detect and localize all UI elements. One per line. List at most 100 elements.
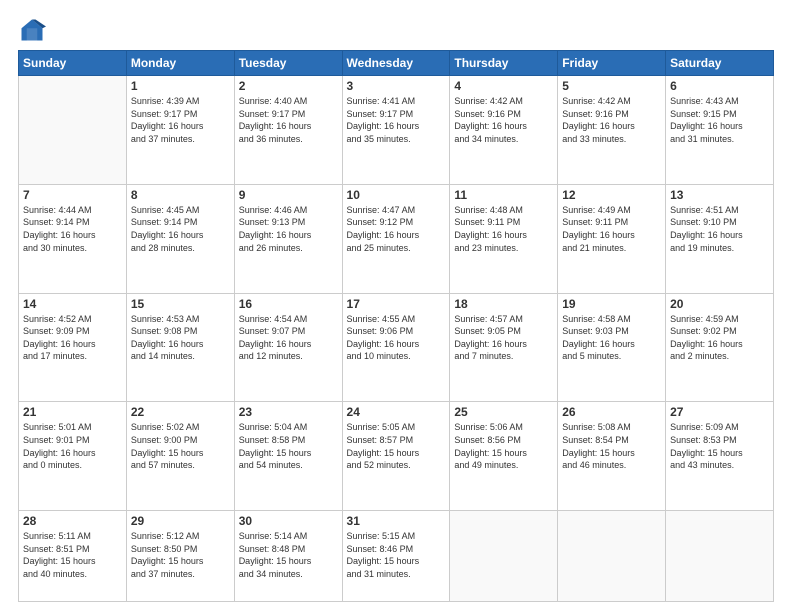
calendar-cell: 11Sunrise: 4:48 AMSunset: 9:11 PMDayligh… [450,184,558,293]
week-row-5: 28 Sunrise: 5:11 AMSunset: 8:51 PMDayligh… [19,511,774,602]
day-number: 17 [347,297,446,311]
page: SundayMondayTuesdayWednesdayThursdayFrid… [0,0,792,612]
calendar-cell: 19 Sunrise: 4:58 AMSunset: 9:03 PMDayligh… [558,293,666,402]
day-number: 18 [454,297,553,311]
day-header-wednesday: Wednesday [342,51,450,76]
day-info: Sunrise: 4:40 AMSunset: 9:17 PMDaylight:… [239,95,338,145]
calendar-cell: 14 Sunrise: 4:52 AMSunset: 9:09 PMDayligh… [19,293,127,402]
day-info: Sunrise: 4:51 AMSunset: 9:10 PMDaylight:… [670,204,769,254]
calendar-cell: 10Sunrise: 4:47 AMSunset: 9:12 PMDayligh… [342,184,450,293]
day-number: 15 [131,297,230,311]
day-header-saturday: Saturday [666,51,774,76]
calendar-cell: 13Sunrise: 4:51 AMSunset: 9:10 PMDayligh… [666,184,774,293]
day-header-thursday: Thursday [450,51,558,76]
day-info: Sunrise: 4:53 AMSunset: 9:08 PMDaylight:… [131,313,230,363]
day-number: 29 [131,514,230,528]
day-info: Sunrise: 4:58 AMSunset: 9:03 PMDaylight:… [562,313,661,363]
day-number: 12 [562,188,661,202]
calendar-cell: 16Sunrise: 4:54 AMSunset: 9:07 PMDayligh… [234,293,342,402]
calendar-cell: 22Sunrise: 5:02 AMSunset: 9:00 PMDayligh… [126,402,234,511]
day-number: 6 [670,79,769,93]
day-number: 11 [454,188,553,202]
day-info: Sunrise: 4:42 AMSunset: 9:16 PMDaylight:… [454,95,553,145]
day-header-row: SundayMondayTuesdayWednesdayThursdayFrid… [19,51,774,76]
day-number: 19 [562,297,661,311]
calendar-cell: 12 Sunrise: 4:49 AMSunset: 9:11 PMDayligh… [558,184,666,293]
day-info: Sunrise: 4:52 AMSunset: 9:09 PMDaylight:… [23,313,122,363]
calendar-cell [19,76,127,185]
calendar-table: SundayMondayTuesdayWednesdayThursdayFrid… [18,50,774,602]
week-row-2: 7Sunrise: 4:44 AMSunset: 9:14 PMDaylight… [19,184,774,293]
day-info: Sunrise: 5:15 AMSunset: 8:46 PMDaylight:… [347,530,446,580]
week-row-1: 1 Sunrise: 4:39 AMSunset: 9:17 PMDaylight… [19,76,774,185]
week-row-4: 21 Sunrise: 5:01 AMSunset: 9:01 PMDayligh… [19,402,774,511]
day-info: Sunrise: 5:11 AMSunset: 8:51 PMDaylight:… [23,530,122,580]
day-header-sunday: Sunday [19,51,127,76]
calendar-cell: 6 Sunrise: 4:43 AMSunset: 9:15 PMDaylight… [666,76,774,185]
calendar-cell: 28 Sunrise: 5:11 AMSunset: 8:51 PMDayligh… [19,511,127,602]
logo [18,16,48,44]
calendar-cell: 27 Sunrise: 5:09 AMSunset: 8:53 PMDayligh… [666,402,774,511]
day-number: 3 [347,79,446,93]
calendar-cell: 1 Sunrise: 4:39 AMSunset: 9:17 PMDaylight… [126,76,234,185]
calendar-cell: 15 Sunrise: 4:53 AMSunset: 9:08 PMDayligh… [126,293,234,402]
day-info: Sunrise: 4:39 AMSunset: 9:17 PMDaylight:… [131,95,230,145]
day-info: Sunrise: 5:04 AMSunset: 8:58 PMDaylight:… [239,421,338,471]
day-info: Sunrise: 5:02 AMSunset: 9:00 PMDaylight:… [131,421,230,471]
day-info: Sunrise: 5:05 AMSunset: 8:57 PMDaylight:… [347,421,446,471]
calendar-cell: 21 Sunrise: 5:01 AMSunset: 9:01 PMDayligh… [19,402,127,511]
day-info: Sunrise: 4:43 AMSunset: 9:15 PMDaylight:… [670,95,769,145]
calendar-cell [558,511,666,602]
day-info: Sunrise: 5:14 AMSunset: 8:48 PMDaylight:… [239,530,338,580]
day-info: Sunrise: 5:09 AMSunset: 8:53 PMDaylight:… [670,421,769,471]
day-info: Sunrise: 5:01 AMSunset: 9:01 PMDaylight:… [23,421,122,471]
day-number: 28 [23,514,122,528]
calendar-cell: 9 Sunrise: 4:46 AMSunset: 9:13 PMDaylight… [234,184,342,293]
day-number: 7 [23,188,122,202]
day-info: Sunrise: 4:55 AMSunset: 9:06 PMDaylight:… [347,313,446,363]
calendar-cell: 17 Sunrise: 4:55 AMSunset: 9:06 PMDayligh… [342,293,450,402]
calendar-cell: 23 Sunrise: 5:04 AMSunset: 8:58 PMDayligh… [234,402,342,511]
day-info: Sunrise: 4:42 AMSunset: 9:16 PMDaylight:… [562,95,661,145]
calendar-cell [666,511,774,602]
calendar-cell: 18 Sunrise: 4:57 AMSunset: 9:05 PMDayligh… [450,293,558,402]
calendar-cell: 30Sunrise: 5:14 AMSunset: 8:48 PMDayligh… [234,511,342,602]
calendar-cell: 20 Sunrise: 4:59 AMSunset: 9:02 PMDayligh… [666,293,774,402]
day-number: 14 [23,297,122,311]
calendar-cell: 26 Sunrise: 5:08 AMSunset: 8:54 PMDayligh… [558,402,666,511]
day-number: 16 [239,297,338,311]
day-number: 9 [239,188,338,202]
day-info: Sunrise: 5:12 AMSunset: 8:50 PMDaylight:… [131,530,230,580]
day-number: 20 [670,297,769,311]
day-header-friday: Friday [558,51,666,76]
day-info: Sunrise: 4:57 AMSunset: 9:05 PMDaylight:… [454,313,553,363]
calendar-cell: 29 Sunrise: 5:12 AMSunset: 8:50 PMDayligh… [126,511,234,602]
day-info: Sunrise: 4:46 AMSunset: 9:13 PMDaylight:… [239,204,338,254]
calendar-cell: 5 Sunrise: 4:42 AMSunset: 9:16 PMDaylight… [558,76,666,185]
day-header-tuesday: Tuesday [234,51,342,76]
day-number: 10 [347,188,446,202]
day-number: 1 [131,79,230,93]
day-number: 2 [239,79,338,93]
day-number: 21 [23,405,122,419]
calendar-cell: 7Sunrise: 4:44 AMSunset: 9:14 PMDaylight… [19,184,127,293]
day-number: 24 [347,405,446,419]
calendar-cell: 8Sunrise: 4:45 AMSunset: 9:14 PMDaylight… [126,184,234,293]
day-number: 5 [562,79,661,93]
day-info: Sunrise: 5:08 AMSunset: 8:54 PMDaylight:… [562,421,661,471]
calendar-cell: 25 Sunrise: 5:06 AMSunset: 8:56 PMDayligh… [450,402,558,511]
calendar-cell: 24 Sunrise: 5:05 AMSunset: 8:57 PMDayligh… [342,402,450,511]
week-row-3: 14 Sunrise: 4:52 AMSunset: 9:09 PMDayligh… [19,293,774,402]
day-info: Sunrise: 4:59 AMSunset: 9:02 PMDaylight:… [670,313,769,363]
day-number: 25 [454,405,553,419]
day-info: Sunrise: 4:41 AMSunset: 9:17 PMDaylight:… [347,95,446,145]
day-info: Sunrise: 5:06 AMSunset: 8:56 PMDaylight:… [454,421,553,471]
day-number: 26 [562,405,661,419]
day-info: Sunrise: 4:49 AMSunset: 9:11 PMDaylight:… [562,204,661,254]
day-info: Sunrise: 4:45 AMSunset: 9:14 PMDaylight:… [131,204,230,254]
day-number: 23 [239,405,338,419]
header [18,16,774,44]
day-header-monday: Monday [126,51,234,76]
calendar-cell: 4Sunrise: 4:42 AMSunset: 9:16 PMDaylight… [450,76,558,185]
day-number: 27 [670,405,769,419]
